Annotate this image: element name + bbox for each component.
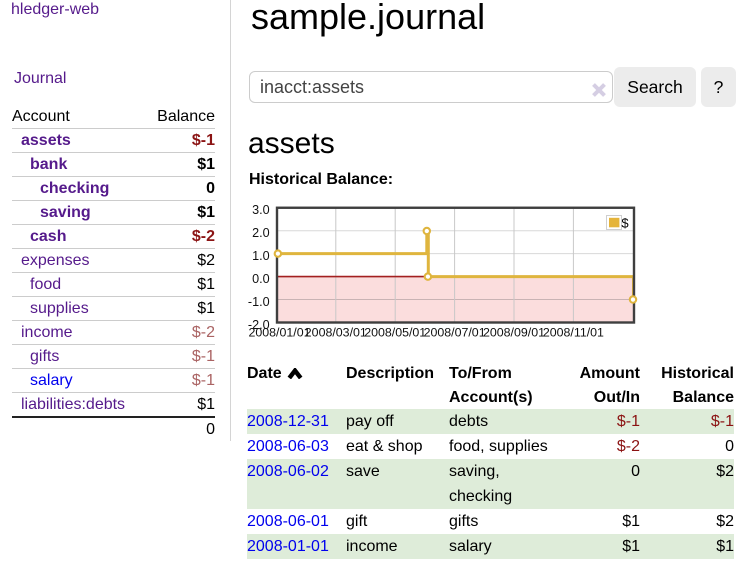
svg-text:2008/05/01: 2008/05/01 (364, 326, 426, 340)
svg-text:2008/11/01: 2008/11/01 (543, 326, 604, 340)
svg-text:3.0: 3.0 (252, 203, 270, 217)
svg-text:0.0: 0.0 (252, 272, 270, 286)
svg-text:$: $ (621, 215, 629, 230)
svg-text:2008/03/01: 2008/03/01 (305, 326, 367, 340)
svg-text:1.0: 1.0 (252, 249, 270, 263)
svg-text:2008/09/01: 2008/09/01 (483, 326, 545, 340)
svg-text:2.0: 2.0 (252, 226, 270, 240)
svg-text:2008/07/01: 2008/07/01 (424, 326, 486, 340)
svg-text:-1.0: -1.0 (248, 295, 270, 309)
svg-text:2008/01/01: 2008/01/01 (248, 326, 310, 340)
